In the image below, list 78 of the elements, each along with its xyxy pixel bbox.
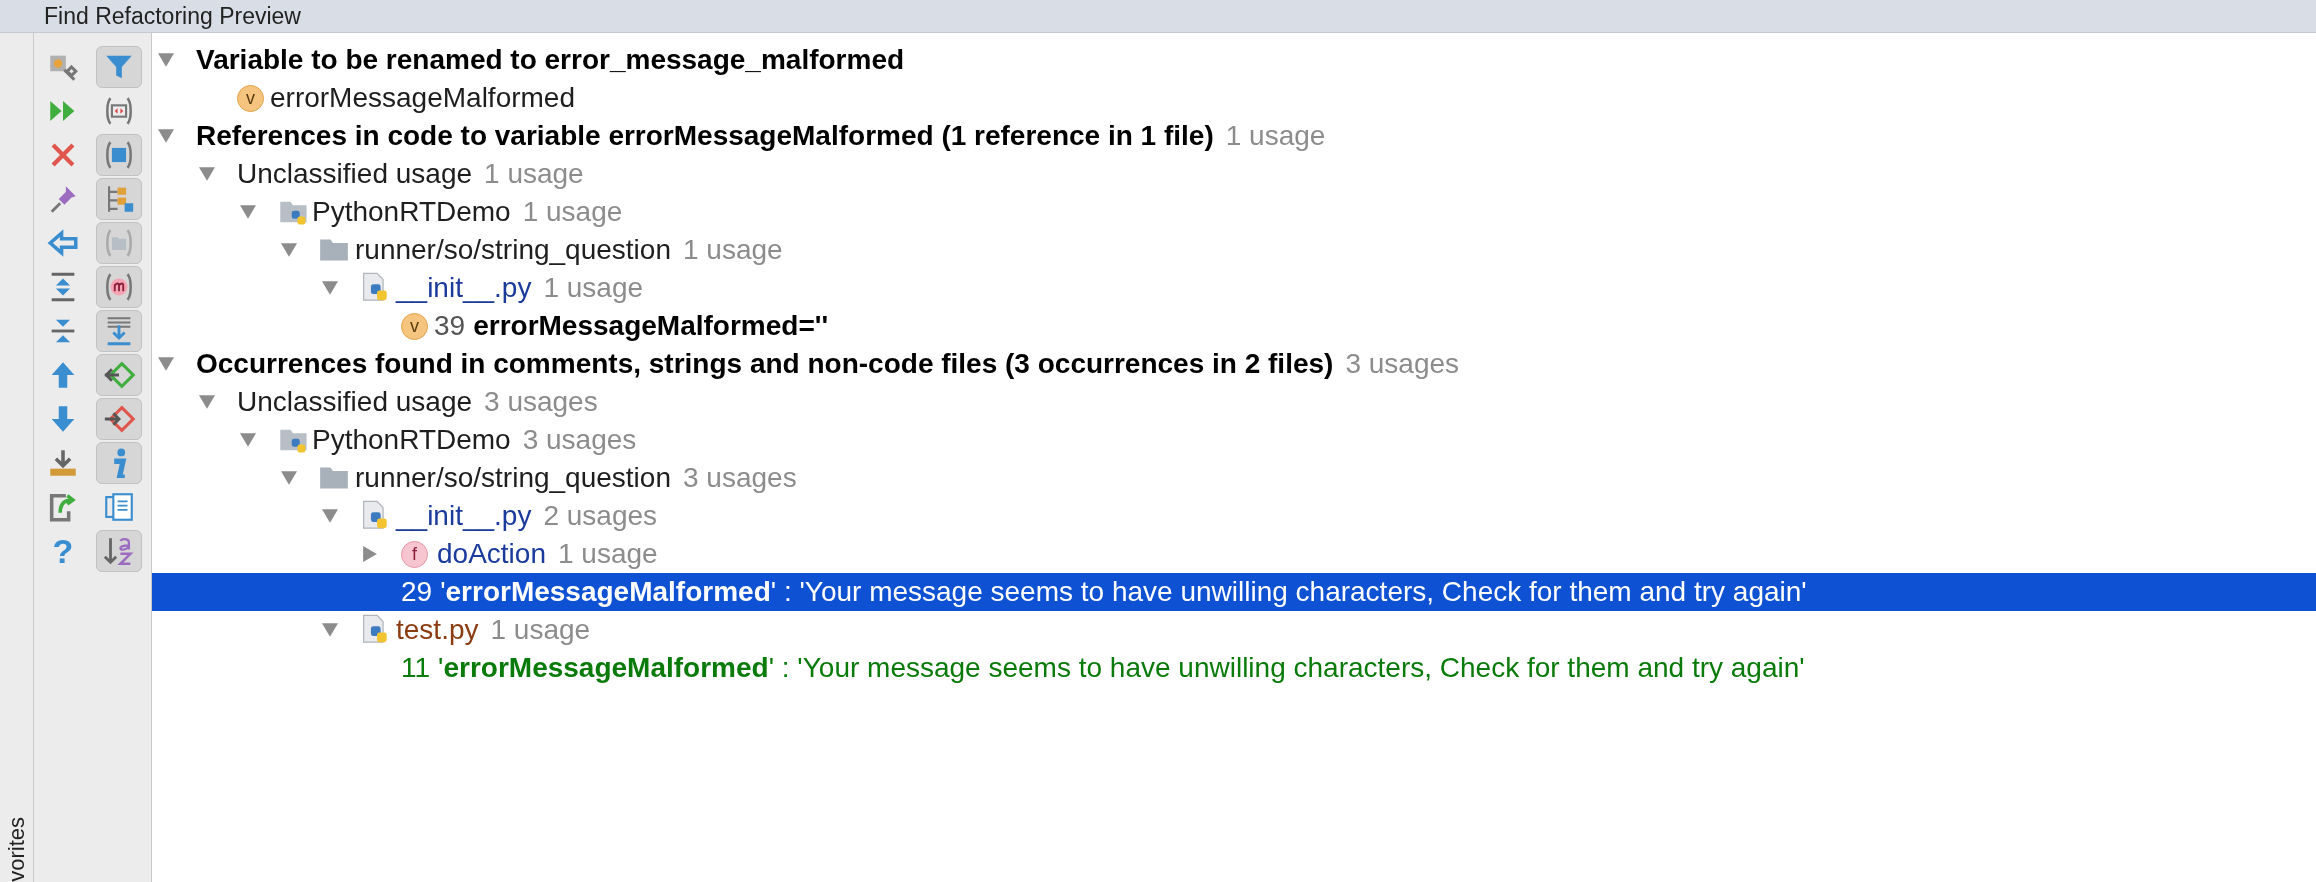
tree-row[interactable]: runner/so/string_question 3 usages [152, 459, 2316, 497]
usage-count: 3 usages [522, 423, 637, 457]
collapse-triangle-icon[interactable] [281, 471, 297, 485]
tree-row[interactable]: v errorMessageMalformed [152, 79, 2316, 117]
tree-row[interactable]: f doAction 1 usage [152, 535, 2316, 573]
group-row[interactable]: Variable to be renamed to error_message_malformed [152, 41, 2316, 79]
tree-toggle[interactable] [96, 178, 142, 220]
usage-row[interactable]: 11 'errorMessageMalformed' : 'Your message seems to have unwilling characters, Check for them and try again' [152, 649, 2316, 687]
collapse-triangle-icon[interactable] [322, 281, 338, 295]
node-label: PythonRTDemo [312, 195, 511, 229]
variable-icon: v [401, 312, 428, 340]
favorites-tab[interactable]: vorites [5, 817, 28, 882]
expand-triangle-icon[interactable] [363, 546, 377, 562]
tree-row[interactable]: PythonRTDemo 3 usages [152, 421, 2316, 459]
usage-text: 'errorMessageMalformed' : 'Your message seems to have unwilling characters, Check for them and try again' [438, 651, 1805, 685]
usage-count: 3 usages [484, 385, 598, 419]
usage-row[interactable]: 29 'errorMessageMalformed' : 'Your message seems to have unwilling characters, Check for them and try again' [152, 573, 2316, 611]
collapse-triangle-icon[interactable] [158, 129, 174, 143]
tree-row[interactable]: Unclassified usage 3 usages [152, 383, 2316, 421]
function-icon: f [401, 540, 428, 568]
tree-row[interactable]: Unclassified usage 1 usage [152, 155, 2316, 193]
usage-count: 2 usages [543, 499, 658, 533]
collapse-triangle-icon[interactable] [158, 357, 174, 371]
filter-toggle[interactable] [96, 46, 142, 88]
node-label: runner/so/string_question [355, 461, 671, 495]
import-toggle[interactable] [96, 354, 142, 396]
info-toggle[interactable] [96, 442, 142, 484]
usage-text: 'errorMessageMalformed' : 'Your message seems to have unwilling characters, Check for them and try again' [440, 575, 1807, 609]
tree-row[interactable]: __init__.py 1 usage [152, 269, 2316, 307]
line-number: 39 [434, 309, 466, 343]
group-label: Occurrences found in comments, strings and non-code files (3 occurrences in 2 files) [196, 347, 1334, 381]
sort-toggle[interactable] [96, 530, 142, 572]
usage-count: 1 usage [1225, 119, 1326, 153]
tree-row[interactable]: runner/so/string_question 1 usage [152, 231, 2316, 269]
usage-row[interactable]: v 39 errorMessageMalformed='' [152, 307, 2316, 345]
line-number: 29 [401, 575, 433, 609]
square-toggle[interactable] [96, 134, 142, 176]
usage-count: 1 usage [543, 271, 644, 305]
export-toggle[interactable] [96, 398, 142, 440]
node-label: runner/so/string_question [355, 233, 671, 267]
folder-toggle[interactable] [96, 222, 142, 264]
method-toggle[interactable] [96, 266, 142, 308]
collapse-triangle-icon[interactable] [199, 395, 215, 409]
tree-row[interactable]: PythonRTDemo 1 usage [152, 193, 2316, 231]
usage-count: 1 usage [683, 233, 783, 267]
collapse-triangle-icon[interactable] [240, 205, 256, 219]
group-label: Variable to be renamed to error_message_malformed [196, 43, 905, 77]
group-label: References in code to variable errorMessageMalformed (1 reference in 1 file) [196, 119, 1214, 153]
node-label: errorMessageMalformed [270, 81, 575, 115]
node-label: test.py [396, 613, 479, 647]
node-label: Unclassified usage [237, 385, 473, 419]
collapse-triangle-icon[interactable] [199, 167, 215, 181]
collapse-triangle-icon[interactable] [322, 509, 338, 523]
tree-row[interactable]: __init__.py 2 usages [152, 497, 2316, 535]
node-label: __init__.py [396, 271, 532, 305]
node-label: Unclassified usage [237, 157, 473, 191]
usage-count: 1 usage [490, 613, 591, 647]
group-row[interactable]: Occurrences found in comments, strings and non-code files (3 occurrences in 2 files) 3 usages [152, 345, 2316, 383]
line-number: 11 [401, 651, 431, 685]
window-title: Find Refactoring Preview [44, 1, 301, 31]
collapse-triangle-icon[interactable] [322, 623, 338, 637]
usage-count: 1 usage [484, 157, 584, 191]
merge-toggle[interactable] [96, 310, 142, 352]
usage-count: 3 usages [683, 461, 797, 495]
collapse-triangle-icon[interactable] [158, 53, 174, 67]
usage-text: errorMessageMalformed='' [473, 309, 829, 343]
collapse-triangle-icon[interactable] [240, 433, 256, 447]
usage-count: 1 usage [557, 537, 658, 571]
node-label: doAction [437, 537, 546, 571]
preview-icon [102, 490, 136, 524]
tree-row[interactable]: test.py 1 usage [152, 611, 2316, 649]
usage-count: 1 usage [522, 195, 623, 229]
collapse-triangle-icon[interactable] [281, 243, 297, 257]
variable-icon: v [237, 84, 264, 112]
node-label: PythonRTDemo [312, 423, 511, 457]
usage-count: 3 usages [1345, 347, 1460, 381]
group-row[interactable]: References in code to variable errorMessageMalformed (1 reference in 1 file) 1 usage [152, 117, 2316, 155]
node-label: __init__.py [396, 499, 532, 533]
